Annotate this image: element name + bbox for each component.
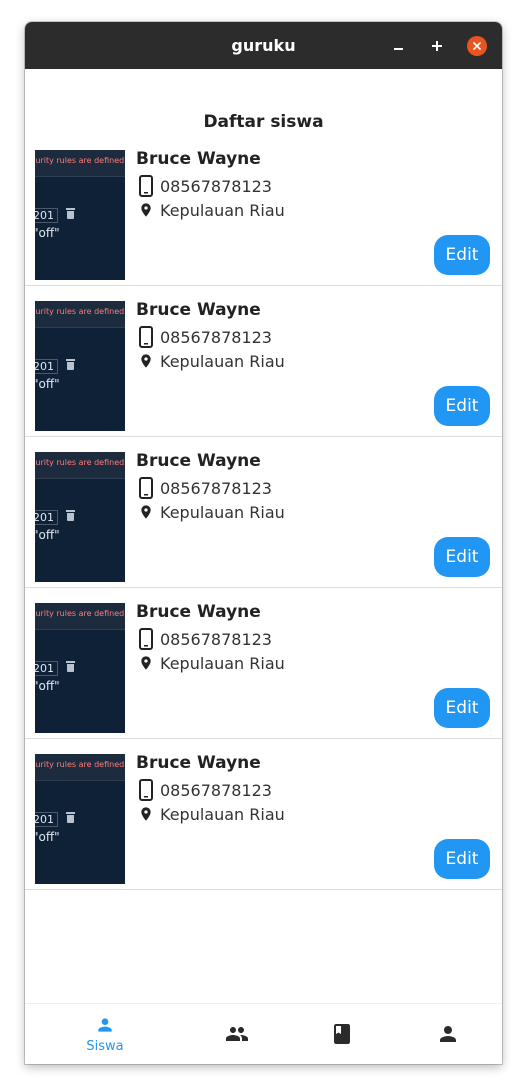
student-photo: curity rules are defined a 201 "off" [35, 301, 125, 431]
phone-number: 08567878123 [160, 478, 272, 498]
student-list: curity rules are defined a 201 "off" Bru… [25, 135, 502, 890]
nav-item-account[interactable] [418, 1004, 478, 1064]
student-card: curity rules are defined a 201 "off" Bru… [25, 588, 502, 739]
student-photo: curity rules are defined a 201 "off" [35, 754, 125, 884]
student-name: Bruce Wayne [136, 602, 261, 622]
student-photo: curity rules are defined a 201 "off" [35, 150, 125, 280]
bottom-navigation: Siswa [25, 1003, 502, 1064]
student-name: Bruce Wayne [136, 451, 261, 471]
photo-value-text: 201 [35, 359, 58, 374]
student-location: Kepulauan Riau [138, 199, 285, 221]
student-card: curity rules are defined a 201 "off" Bru… [25, 739, 502, 890]
photo-value-text: 201 [35, 661, 58, 676]
phone-icon [139, 326, 153, 348]
student-card: curity rules are defined a 201 "off" Bru… [25, 286, 502, 437]
edit-button[interactable]: Edit [434, 537, 490, 577]
location-text: Kepulauan Riau [160, 200, 285, 220]
close-button[interactable] [467, 36, 487, 56]
photo-off-text: "off" [35, 528, 60, 542]
photo-value-text: 201 [35, 812, 58, 827]
location-pin-icon [141, 807, 151, 821]
photo-value-text: 201 [35, 208, 58, 223]
photo-off-text: "off" [35, 226, 60, 240]
photo-error-text: curity rules are defined a [35, 760, 125, 769]
location-pin-icon [141, 505, 151, 519]
app-window: guruku Daftar siswa curity rules are def… [25, 22, 502, 1064]
location-pin-icon [141, 203, 151, 217]
student-location: Kepulauan Riau [138, 803, 285, 825]
account-icon [440, 1026, 456, 1042]
person-icon [98, 1018, 112, 1032]
trash-icon [66, 208, 75, 219]
photo-error-text: curity rules are defined a [35, 156, 125, 165]
student-card: curity rules are defined a 201 "off" Bru… [25, 135, 502, 286]
student-photo: curity rules are defined a 201 "off" [35, 452, 125, 582]
location-pin-icon [141, 354, 151, 368]
book-icon [334, 1024, 350, 1044]
student-phone: 08567878123 [138, 628, 272, 650]
trash-icon [66, 812, 75, 823]
student-photo: curity rules are defined a 201 "off" [35, 603, 125, 733]
phone-number: 08567878123 [160, 327, 272, 347]
nav-item-book[interactable] [312, 1004, 372, 1064]
student-phone: 08567878123 [138, 175, 272, 197]
student-name: Bruce Wayne [136, 149, 261, 169]
location-text: Kepulauan Riau [160, 502, 285, 522]
trash-icon [66, 359, 75, 370]
trash-icon [66, 510, 75, 521]
phone-number: 08567878123 [160, 176, 272, 196]
photo-error-text: curity rules are defined a [35, 609, 125, 618]
nav-label-siswa: Siswa [86, 1039, 124, 1054]
title-bar[interactable]: guruku [25, 22, 502, 69]
photo-error-text: curity rules are defined a [35, 307, 125, 316]
student-location: Kepulauan Riau [138, 501, 285, 523]
student-phone: 08567878123 [138, 477, 272, 499]
nav-item-siswa[interactable]: Siswa [75, 1004, 135, 1064]
student-phone: 08567878123 [138, 326, 272, 348]
location-pin-icon [141, 656, 151, 670]
student-phone: 08567878123 [138, 779, 272, 801]
minimize-button[interactable] [387, 35, 409, 57]
photo-off-text: "off" [35, 377, 60, 391]
page-title: Daftar siswa [203, 112, 324, 132]
minimize-icon [393, 48, 403, 50]
phone-number: 08567878123 [160, 780, 272, 800]
nav-item-group[interactable] [207, 1004, 267, 1064]
location-text: Kepulauan Riau [160, 653, 285, 673]
group-icon [226, 1027, 248, 1041]
student-location: Kepulauan Riau [138, 652, 285, 674]
phone-number: 08567878123 [160, 629, 272, 649]
phone-icon [139, 779, 153, 801]
edit-button[interactable]: Edit [434, 235, 490, 275]
close-icon [473, 42, 481, 50]
phone-icon [139, 477, 153, 499]
maximize-button[interactable] [426, 35, 448, 57]
edit-button[interactable]: Edit [434, 839, 490, 879]
location-text: Kepulauan Riau [160, 351, 285, 371]
edit-button[interactable]: Edit [434, 688, 490, 728]
photo-off-text: "off" [35, 830, 60, 844]
phone-icon [139, 175, 153, 197]
student-name: Bruce Wayne [136, 300, 261, 320]
edit-button[interactable]: Edit [434, 386, 490, 426]
student-card: curity rules are defined a 201 "off" Bru… [25, 437, 502, 588]
main-content: Daftar siswa curity rules are defined a … [25, 69, 502, 1003]
trash-icon [66, 661, 75, 672]
student-name: Bruce Wayne [136, 753, 261, 773]
student-location: Kepulauan Riau [138, 350, 285, 372]
location-text: Kepulauan Riau [160, 804, 285, 824]
photo-off-text: "off" [35, 679, 60, 693]
maximize-icon [432, 41, 442, 51]
phone-icon [139, 628, 153, 650]
photo-value-text: 201 [35, 510, 58, 525]
photo-error-text: curity rules are defined a [35, 458, 125, 467]
